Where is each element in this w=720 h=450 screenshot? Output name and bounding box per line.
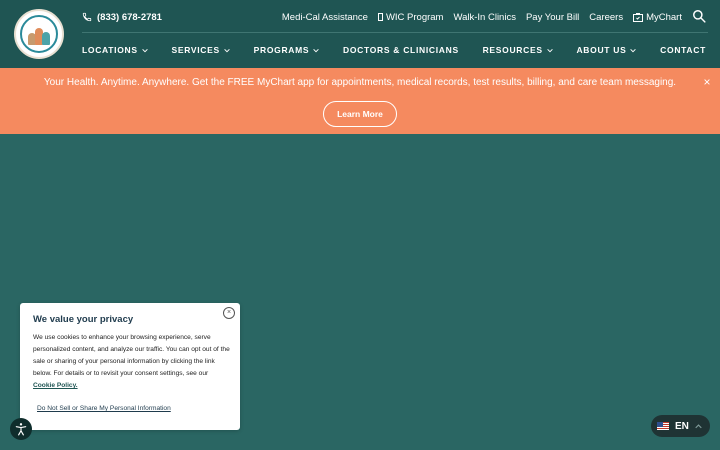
mychart-icon	[633, 12, 644, 22]
chevron-up-icon	[695, 423, 702, 428]
nav-label: LOCATIONS	[82, 45, 138, 55]
mychart-banner: Your Health. Anytime. Anywhere. Get the …	[0, 68, 720, 134]
util-mychart-label: MyChart	[646, 11, 682, 23]
banner-message: Your Health. Anytime. Anywhere. Get the …	[43, 77, 677, 88]
cookie-body: We use cookies to enhance your browsing …	[33, 332, 231, 392]
nav-contact[interactable]: CONTACT	[660, 45, 706, 55]
util-wic[interactable]: WIC Program	[377, 11, 444, 23]
do-not-sell-link[interactable]: Do Not Sell or Share My Personal Informa…	[37, 405, 171, 412]
chevron-down-icon	[546, 48, 553, 52]
phone-number: (833) 678-2781	[97, 11, 162, 23]
nav-label: CONTACT	[660, 45, 706, 55]
missing-glyph-icon	[377, 13, 383, 21]
site-logo[interactable]	[14, 9, 64, 59]
nav-services[interactable]: SERVICES	[171, 45, 230, 55]
nav-doctors[interactable]: DOCTORS & CLINICIANS	[343, 45, 459, 55]
nav-resources[interactable]: RESOURCES	[483, 45, 553, 55]
language-label: EN	[675, 420, 689, 432]
chevron-down-icon	[141, 48, 148, 52]
chevron-down-icon	[313, 48, 320, 52]
nav-label: PROGRAMS	[253, 45, 310, 55]
close-icon[interactable]: ×	[701, 76, 713, 88]
cookie-policy-link[interactable]: Cookie Policy.	[33, 382, 78, 389]
logo-figures	[28, 27, 50, 45]
header-divider	[82, 32, 708, 33]
util-pay-bill[interactable]: Pay Your Bill	[526, 12, 579, 23]
language-selector[interactable]: EN	[651, 415, 710, 437]
learn-more-button[interactable]: Learn More	[323, 101, 397, 127]
nav-programs[interactable]: PROGRAMS	[254, 45, 320, 55]
phone-link[interactable]: (833) 678-2781	[82, 10, 162, 24]
util-careers[interactable]: Careers	[589, 12, 623, 23]
nav-label: SERVICES	[171, 45, 220, 55]
cookie-title: We value your privacy	[33, 314, 134, 325]
search-icon[interactable]	[692, 9, 706, 23]
nav-locations[interactable]: LOCATIONS	[82, 45, 148, 55]
chevron-down-icon	[630, 48, 637, 52]
nav-label: RESOURCES	[482, 45, 543, 55]
nav-label: DOCTORS & CLINICIANS	[343, 45, 459, 55]
close-icon[interactable]: ×	[223, 307, 235, 319]
accessibility-icon	[15, 423, 27, 436]
util-walk-in[interactable]: Walk-In Clinics	[453, 12, 515, 23]
nav-label: ABOUT US	[576, 45, 627, 55]
util-medi-cal[interactable]: Medi-Cal Assistance	[282, 12, 368, 23]
cookie-consent-dialog: We value your privacy × We use cookies t…	[20, 303, 240, 430]
phone-icon	[82, 12, 92, 22]
utility-nav: Medi-Cal Assistance WIC Program Walk-In …	[282, 10, 682, 24]
chevron-down-icon	[224, 48, 230, 52]
us-flag-icon	[657, 422, 669, 430]
cookie-body-text: We use cookies to enhance your browsing …	[33, 334, 230, 377]
util-wic-label: WIC Program	[385, 11, 444, 23]
site-header: (833) 678-2781 Medi-Cal Assistance WIC P…	[0, 0, 720, 68]
main-nav: LOCATIONS SERVICES PROGRAMS DOCTORS & CL…	[82, 43, 706, 57]
util-mychart[interactable]: MyChart	[633, 12, 682, 23]
accessibility-button[interactable]	[10, 418, 32, 440]
nav-about[interactable]: ABOUT US	[576, 45, 637, 55]
